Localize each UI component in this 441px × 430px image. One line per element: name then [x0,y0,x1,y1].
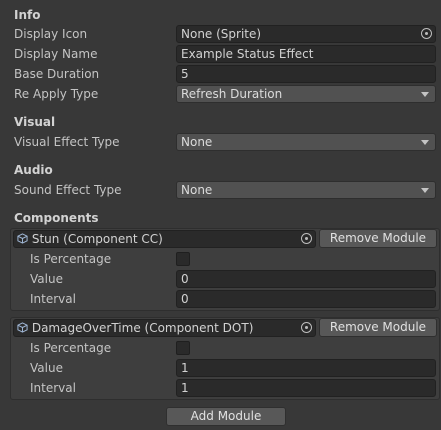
visual-effect-type-label: Visual Effect Type [14,135,120,149]
visual-effect-type-value: None [181,135,213,149]
chevron-down-icon [421,188,429,193]
is-percentage-label: Is Percentage [30,341,112,355]
visual-effect-type-dropdown[interactable]: None [176,133,436,151]
add-module-button[interactable]: Add Module [166,407,286,426]
value-label: Value [30,272,63,286]
chevron-down-icon [421,140,429,145]
section-header-audio: Audio [14,163,53,177]
section-header-visual: Visual [14,115,56,129]
is-percentage-label: Is Percentage [30,252,112,266]
target-icon[interactable] [301,233,312,244]
section-header-components: Components [14,211,99,225]
module-object-field[interactable]: DamageOverTime (Component DOT) [13,319,316,337]
reapply-type-value: Refresh Duration [181,87,283,101]
display-icon-field[interactable]: None (Sprite) [176,25,436,43]
remove-module-button[interactable]: Remove Module [319,318,437,337]
module-name: DamageOverTime (Component DOT) [31,321,254,335]
interval-input[interactable]: 0 [176,290,436,308]
interval-label: Interval [30,292,76,306]
remove-module-button[interactable]: Remove Module [319,229,437,248]
value-input[interactable]: 0 [176,270,436,288]
module-object-field[interactable]: Stun (Component CC) [13,230,316,248]
base-duration-label: Base Duration [14,67,100,81]
interval-label: Interval [30,381,76,395]
target-icon[interactable] [421,28,432,39]
is-percentage-checkbox[interactable] [176,252,190,266]
reapply-type-label: Re Apply Type [14,87,99,101]
sound-effect-type-value: None [181,183,213,197]
display-icon-value: None (Sprite) [181,27,262,41]
base-duration-input[interactable]: 5 [176,65,436,83]
chevron-down-icon [421,92,429,97]
reapply-type-dropdown[interactable]: Refresh Duration [176,85,436,103]
display-name-label: Display Name [14,47,98,61]
is-percentage-checkbox[interactable] [176,341,190,355]
value-label: Value [30,361,63,375]
module-name: Stun (Component CC) [31,232,163,246]
display-name-input[interactable]: Example Status Effect [176,45,436,63]
interval-input[interactable]: 1 [176,379,436,397]
display-icon-label: Display Icon [14,27,88,41]
target-icon[interactable] [301,322,312,333]
cube-icon [17,322,28,333]
section-header-info: Info [14,8,41,22]
cube-icon [17,233,28,244]
sound-effect-type-dropdown[interactable]: None [176,181,436,199]
sound-effect-type-label: Sound Effect Type [14,183,122,197]
value-input[interactable]: 1 [176,359,436,377]
